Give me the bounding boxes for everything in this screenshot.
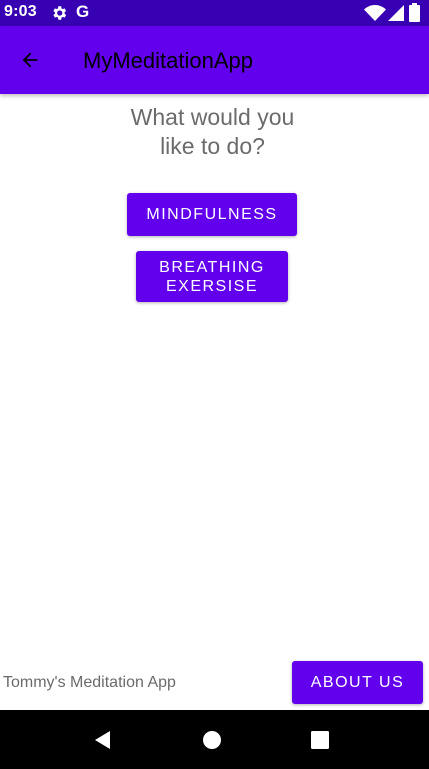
question-line-1: What would you xyxy=(130,104,295,130)
breathing-label-line-2: EXERSISE xyxy=(165,277,259,295)
app-bar: MyMeditationApp xyxy=(0,26,429,94)
about-us-label: ABOUT US xyxy=(310,674,405,691)
status-time: 9:03 xyxy=(4,3,37,20)
breathing-label-line-1: BREATHING xyxy=(159,258,265,276)
nav-back-icon[interactable] xyxy=(92,729,114,751)
back-button[interactable] xyxy=(10,40,50,80)
google-icon: G xyxy=(76,2,90,21)
navigation-bar xyxy=(0,710,429,769)
nav-home-icon[interactable] xyxy=(202,730,222,750)
signal-icon xyxy=(388,5,404,21)
mindfulness-button[interactable]: MINDFULNESS xyxy=(127,193,297,236)
status-bar: 9:03 G xyxy=(0,0,429,26)
mindfulness-label: MINDFULNESS xyxy=(146,206,278,223)
battery-icon xyxy=(409,3,420,22)
question-text: What would you like to do? xyxy=(0,103,425,161)
footer-app-name: Tommy's Meditation App xyxy=(3,674,176,691)
back-arrow-icon xyxy=(22,52,38,68)
app-title: MyMeditationApp xyxy=(83,48,253,73)
question-line-2: like to do? xyxy=(160,133,265,159)
breathing-exercise-button[interactable]: BREATHING EXERSISE xyxy=(136,251,288,302)
wifi-icon xyxy=(364,5,386,21)
gear-icon xyxy=(53,6,67,20)
nav-recents-icon[interactable] xyxy=(311,731,329,749)
about-us-button[interactable]: ABOUT US xyxy=(292,661,423,704)
